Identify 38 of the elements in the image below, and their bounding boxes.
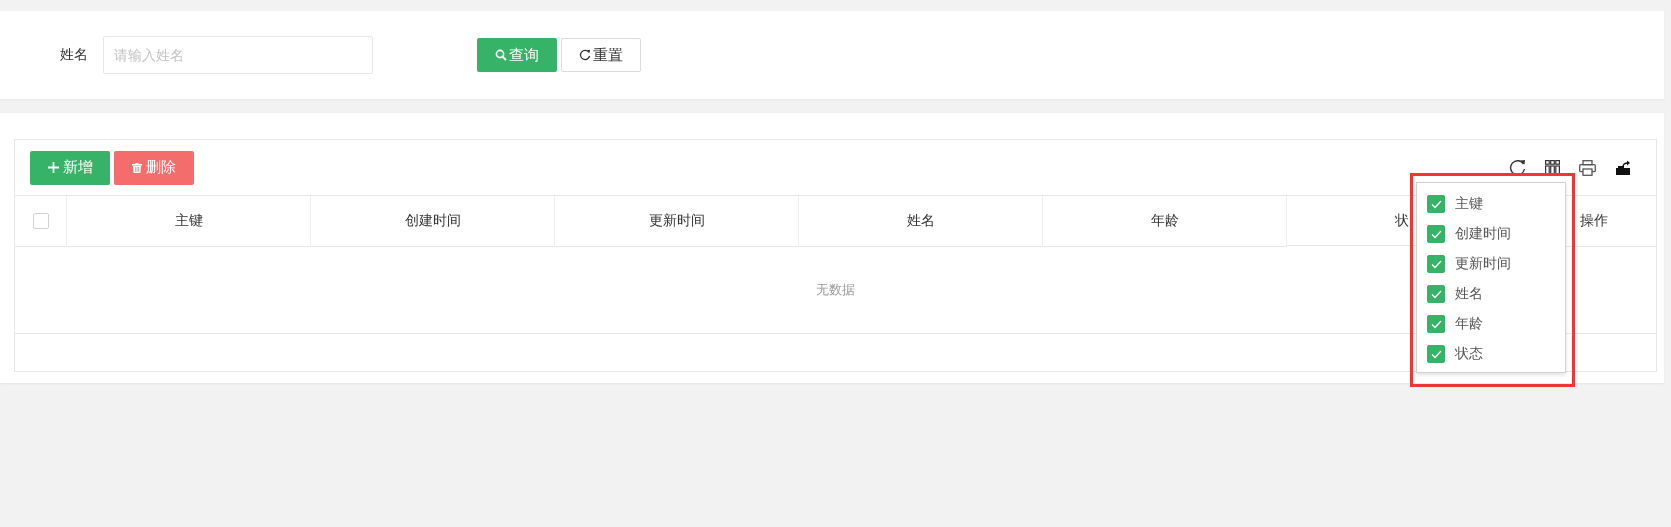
search-icon xyxy=(495,49,507,61)
column-header: 更新时间 xyxy=(648,212,705,230)
check-icon xyxy=(1430,349,1442,359)
column-header: 操作 xyxy=(1579,212,1608,230)
checkbox[interactable] xyxy=(1427,225,1445,243)
check-icon xyxy=(1430,229,1442,239)
menu-item-label[interactable]: 更新时间 xyxy=(1455,255,1511,273)
trash-icon xyxy=(132,162,142,173)
columns-icon[interactable] xyxy=(1545,160,1560,175)
refresh-icon[interactable] xyxy=(1509,159,1526,176)
checkbox[interactable] xyxy=(1427,345,1445,363)
check-icon xyxy=(1430,319,1442,329)
menu-item-label[interactable]: 年龄 xyxy=(1455,315,1483,333)
check-icon xyxy=(1430,199,1442,209)
column-header: 姓名 xyxy=(906,212,935,230)
menu-item-label[interactable]: 状态 xyxy=(1455,345,1483,363)
menu-item-label[interactable]: 创建时间 xyxy=(1455,225,1511,243)
checkbox[interactable] xyxy=(1427,255,1445,273)
select-all-checkbox[interactable] xyxy=(32,213,49,229)
reset-button[interactable]: 重置 xyxy=(561,38,641,72)
field-label: 姓名 xyxy=(60,46,88,64)
export-icon[interactable] xyxy=(1615,159,1631,176)
plus-icon xyxy=(47,162,59,173)
name-input[interactable]: 请输入姓名 xyxy=(103,36,373,74)
column-header: 年龄 xyxy=(1150,212,1179,230)
check-icon xyxy=(1430,289,1442,299)
empty-message: 无数据 xyxy=(816,281,855,299)
column-header: 主键 xyxy=(174,212,203,230)
menu-item-label[interactable]: 主键 xyxy=(1455,195,1483,213)
checkbox[interactable] xyxy=(1427,195,1445,213)
print-icon[interactable] xyxy=(1579,159,1596,176)
checkbox[interactable] xyxy=(1427,315,1445,333)
refresh-icon xyxy=(579,49,591,61)
column-header: 状 xyxy=(1394,211,1409,230)
menu-item-label[interactable]: 姓名 xyxy=(1455,285,1483,303)
check-icon xyxy=(1430,259,1442,269)
column-header: 创建时间 xyxy=(404,212,461,230)
checkbox[interactable] xyxy=(1427,285,1445,303)
